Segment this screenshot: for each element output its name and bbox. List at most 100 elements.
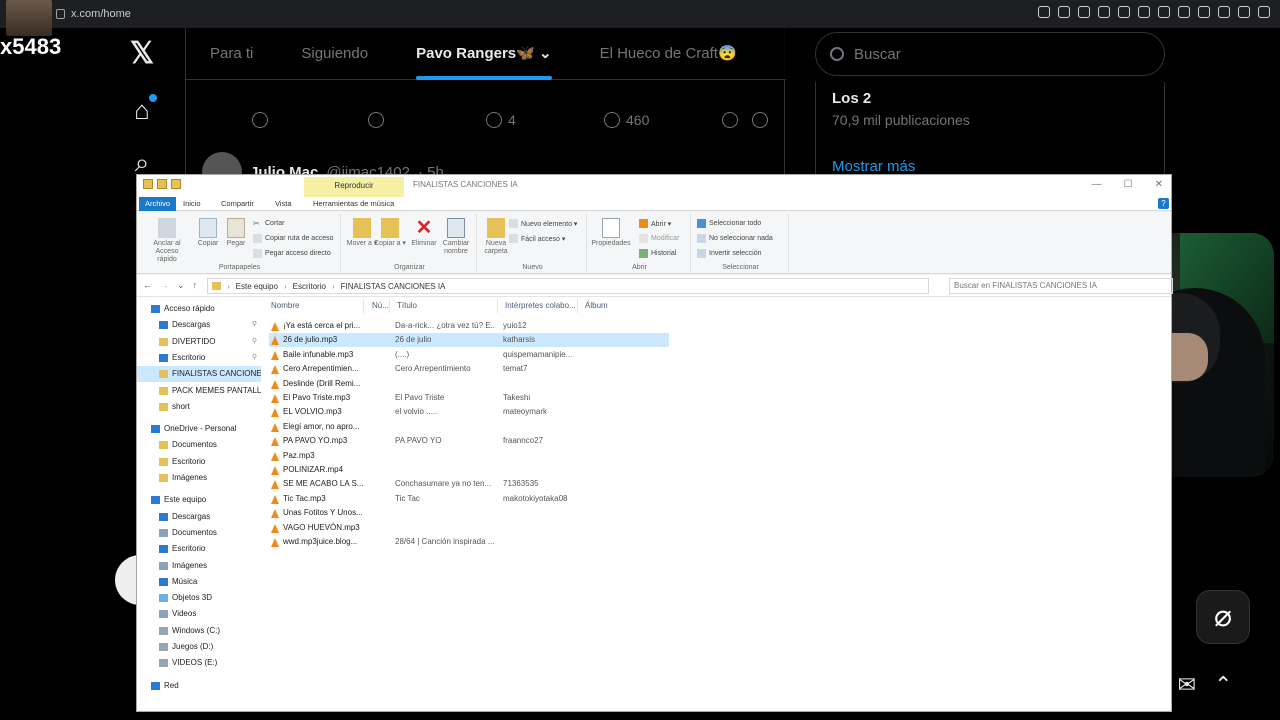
share-icon[interactable] (1218, 6, 1230, 18)
select-all-button[interactable]: Seleccionar todo (697, 219, 761, 228)
download-icon[interactable] (1238, 6, 1250, 18)
file-row[interactable]: ¡Ya está cerca el pri... Da-a-rick... ¿ot… (269, 319, 669, 333)
nav-item[interactable]: Documentos (137, 525, 261, 541)
breadcrumb-este-equipo[interactable]: Este equipo (236, 282, 278, 291)
new-item-button[interactable]: Nuevo elemento ▾ (509, 219, 577, 228)
file-row[interactable]: Unas Fotitos Y Unos... (269, 506, 669, 520)
breadcrumb-current-folder[interactable]: FINALISTAS CANCIONES IA (341, 282, 446, 291)
home-icon[interactable]: ⌂ (128, 94, 157, 124)
pin-icon[interactable] (1058, 6, 1070, 18)
file-row[interactable]: wwd.mp3juice.blog... 28/64 | Canción insp… (269, 535, 669, 549)
tab-vista[interactable]: Vista (269, 197, 298, 211)
repost-button[interactable] (368, 112, 384, 128)
list-icon[interactable] (1158, 6, 1170, 18)
shield-icon[interactable] (1098, 6, 1110, 18)
x-logo-icon[interactable]: 𝕏 (128, 39, 156, 69)
file-row[interactable]: PA PAVO YO.mp3 PA PAVO YO fraannco27 (269, 434, 669, 448)
tab-herramientas-musica[interactable]: Herramientas de música (307, 197, 400, 211)
share-button[interactable] (752, 112, 768, 128)
nav-item[interactable]: Escritorio (137, 541, 261, 557)
copy-to-button[interactable]: Copiar a ▾ (373, 218, 407, 248)
nav-item[interactable]: Acceso rápido (137, 301, 261, 317)
heart-outline-icon[interactable] (1178, 6, 1190, 18)
nav-item[interactable]: Música (137, 574, 261, 590)
nav-item[interactable]: OneDrive - Personal (137, 421, 261, 437)
file-row[interactable]: VAGO HUEVÓN.mp3 (269, 521, 669, 535)
paste-shortcut-button[interactable]: Pegar acceso directo (253, 249, 331, 258)
file-row[interactable]: Cero Arrepentimien... Cero Arrepentimient… (269, 362, 669, 376)
tab-pavo-rangers[interactable]: Pavo Rangers🦋 ⌄ (392, 28, 575, 80)
puzzle-icon[interactable] (1198, 6, 1210, 18)
nav-item[interactable]: Imágenes (137, 558, 261, 574)
folder-icon[interactable] (143, 179, 153, 189)
tab-para-ti[interactable]: Para ti (186, 28, 277, 80)
properties-button[interactable]: Propiedades (591, 218, 631, 248)
bookmark-button[interactable] (722, 112, 738, 128)
minimize-icon[interactable]: — (1092, 179, 1102, 190)
up-icon[interactable]: ↑ (193, 280, 198, 291)
search-icon[interactable]: ⌕ (128, 148, 156, 176)
heart-icon[interactable] (1118, 6, 1130, 18)
file-row[interactable]: El Pavo Triste.mp3 El Pavo Triste Takeshi (269, 391, 669, 405)
cut-button[interactable]: ✂ Cortar (253, 219, 284, 228)
new-folder-icon[interactable] (171, 179, 181, 189)
file-row[interactable]: SE ME ACABO LA S... Conchasumare ya no te… (269, 477, 669, 491)
history-button[interactable]: Historial (639, 249, 676, 258)
nav-item[interactable]: VIDEOS (E:) (137, 655, 261, 671)
nav-item[interactable]: Descargas ⚲ (137, 317, 261, 333)
column-interpretes[interactable]: Intérpretes colabo... (505, 301, 576, 310)
properties-icon[interactable] (157, 179, 167, 189)
close-icon[interactable]: ✕ (1155, 179, 1163, 190)
nav-item[interactable]: FINALISTAS CANCIONES IA (137, 366, 261, 383)
copy-path-button[interactable]: Copiar ruta de acceso (253, 234, 333, 243)
open-button[interactable]: Abrir ▾ (639, 219, 671, 228)
file-row[interactable]: POLINIZAR.mp4 (269, 463, 669, 477)
new-message-icon[interactable]: ✉ (1178, 672, 1196, 698)
menu-icon[interactable] (1258, 6, 1270, 18)
file-row[interactable]: Paz.mp3 (269, 449, 669, 463)
back-icon[interactable]: ← (143, 280, 152, 291)
select-none-button[interactable]: No seleccionar nada (697, 234, 773, 243)
new-folder-button[interactable]: Nueva carpeta (479, 218, 513, 256)
column-numero[interactable]: Nú... (372, 301, 389, 310)
file-row[interactable]: EL VOLVIO.mp3 el volvio ..... mateoymark (269, 405, 669, 419)
show-more-link[interactable]: Mostrar más (832, 158, 915, 175)
rename-button[interactable]: Cambiar nombre (439, 218, 473, 256)
file-row[interactable]: Deslinde (Drill Remi... (269, 377, 669, 391)
file-row[interactable]: Baile infunable.mp3 (....) quispemamanipie… (269, 348, 669, 362)
nav-item[interactable]: Documentos (137, 437, 261, 453)
grok-icon[interactable]: ⌀ (1196, 590, 1250, 644)
delete-button[interactable]: ✕ Eliminar (407, 218, 441, 248)
nav-item[interactable]: Red (137, 678, 261, 694)
tab-archivo[interactable]: Archivo (139, 197, 177, 211)
nav-item[interactable]: Descargas (137, 509, 261, 525)
file-row[interactable]: Tic Tac.mp3 Tic Tac makotokiyotaka08 (269, 492, 669, 506)
forward-icon[interactable]: → (160, 280, 169, 291)
edit-button[interactable]: Modificar (639, 234, 679, 243)
nav-item[interactable]: PACK MEMES PANTALLA (137, 383, 261, 399)
breadcrumb-escritorio[interactable]: Escritorio (293, 282, 326, 291)
bookmark-icon[interactable] (1078, 6, 1090, 18)
nav-item[interactable]: Escritorio (137, 454, 261, 470)
column-nombre[interactable]: Nombre (271, 301, 299, 310)
nav-item[interactable]: Windows (C:) (137, 623, 261, 639)
tab-siguiendo[interactable]: Siguiendo (277, 28, 392, 80)
search-input[interactable]: Buscar (815, 32, 1165, 76)
nav-item[interactable]: Este equipo (137, 492, 261, 508)
expand-icon[interactable]: ⌃ (1214, 672, 1232, 698)
zoom-icon[interactable] (1038, 6, 1050, 18)
column-titulo[interactable]: Título (397, 301, 417, 310)
tab-hueco-craft[interactable]: El Hueco de Craft😨 (576, 28, 761, 80)
column-album[interactable]: Álbum (585, 301, 608, 310)
nav-item[interactable]: Escritorio ⚲ (137, 350, 261, 366)
trend-title[interactable]: Los 2 (832, 90, 871, 107)
pin-quick-access-button[interactable]: Anclar al Acceso rápido (147, 218, 187, 264)
nav-item[interactable]: Imágenes (137, 470, 261, 486)
invert-selection-button[interactable]: Invertir selección (697, 249, 762, 258)
breadcrumb[interactable]: › Este equipo › Escritorio › FINALISTAS … (207, 278, 929, 294)
tab-compartir[interactable]: Compartir (215, 197, 260, 211)
like-button[interactable]: 4 (486, 112, 516, 128)
context-tab-reproducir[interactable]: Reproducir (304, 177, 404, 197)
tab-inicio[interactable]: Inicio (177, 197, 207, 211)
help-icon[interactable]: ? (1158, 198, 1169, 209)
